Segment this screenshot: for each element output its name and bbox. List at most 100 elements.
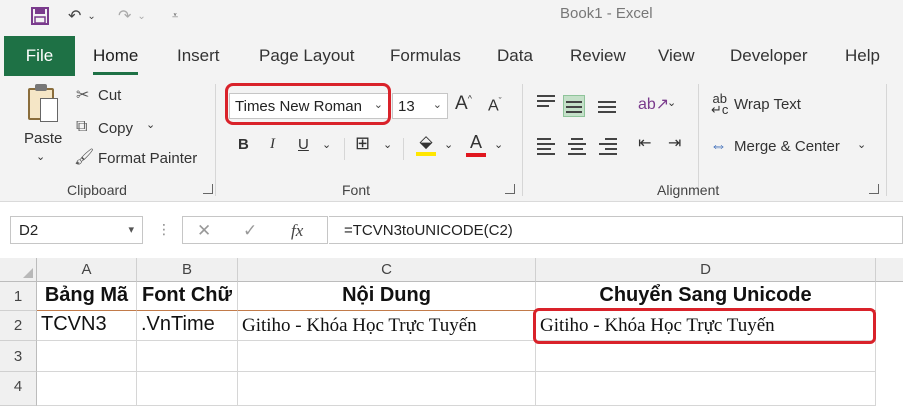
name-box[interactable]: D2 ▾ bbox=[10, 216, 143, 244]
chevron-down-icon: ⌄ bbox=[432, 99, 442, 111]
undo-icon[interactable]: ↶ ⌄ bbox=[68, 6, 96, 26]
scissors-icon[interactable]: ✂ bbox=[76, 85, 89, 105]
select-all-icon[interactable] bbox=[0, 258, 37, 282]
paste-dropdown-icon[interactable]: ⌄ bbox=[36, 150, 45, 163]
row-header-2[interactable]: 2 bbox=[0, 311, 37, 341]
decrease-indent-icon[interactable]: ⇤ bbox=[638, 133, 651, 153]
font-group-label: Font bbox=[342, 182, 371, 198]
shrink-font-button[interactable]: Aˇ bbox=[488, 96, 502, 115]
fill-color-icon[interactable]: ⬙ bbox=[416, 132, 436, 156]
group-divider bbox=[522, 84, 523, 196]
tab-developer[interactable]: Developer bbox=[730, 46, 808, 66]
align-left-icon[interactable] bbox=[535, 135, 557, 157]
merge-dropdown-icon[interactable]: ⌄ bbox=[857, 138, 866, 151]
column-header-d[interactable]: D bbox=[536, 258, 876, 282]
group-divider bbox=[215, 84, 216, 196]
cell-b3[interactable] bbox=[137, 341, 238, 372]
grow-font-button[interactable]: A^ bbox=[455, 93, 472, 115]
column-header-a[interactable]: A bbox=[37, 258, 137, 282]
tab-file[interactable]: File bbox=[4, 36, 75, 76]
alignment-group-label: Alignment bbox=[657, 182, 720, 198]
group-divider bbox=[403, 138, 404, 160]
cell-b1[interactable]: Font Chữ bbox=[137, 282, 238, 311]
column-header-e[interactable] bbox=[876, 258, 903, 282]
column-header-b[interactable]: B bbox=[137, 258, 238, 282]
font-color-dropdown-icon[interactable]: ⌄ bbox=[494, 138, 503, 151]
bold-button[interactable]: B bbox=[238, 136, 249, 153]
tab-formulas[interactable]: Formulas bbox=[390, 46, 461, 66]
cell-a4[interactable] bbox=[37, 372, 137, 406]
font-size-value: 13 bbox=[398, 97, 415, 115]
row-header-4[interactable]: 4 bbox=[0, 372, 37, 406]
font-name-highlight bbox=[225, 83, 391, 125]
cell-c2[interactable]: Gitiho - Khóa Học Trực Tuyến bbox=[238, 311, 536, 341]
borders-dropdown-icon[interactable]: ⌄ bbox=[383, 138, 392, 151]
align-top-icon[interactable] bbox=[535, 92, 557, 114]
insert-function-icon[interactable]: fx bbox=[291, 221, 303, 241]
formula-input[interactable]: =TCVN3toUNICODE(C2) bbox=[329, 216, 903, 244]
column-header-c[interactable]: C bbox=[238, 258, 536, 282]
align-right-icon[interactable] bbox=[597, 135, 619, 157]
formula-bar-grip-icon[interactable]: ⋮ bbox=[157, 221, 171, 238]
cell-a2[interactable]: TCVN3 bbox=[37, 311, 137, 341]
chevron-down-icon: ▾ bbox=[128, 224, 134, 236]
merge-center-button[interactable]: Merge & Center bbox=[734, 138, 840, 155]
paste-button[interactable]: Paste bbox=[24, 130, 62, 147]
cell-a3[interactable] bbox=[37, 341, 137, 372]
tab-data[interactable]: Data bbox=[497, 46, 533, 66]
cell-d2-highlight bbox=[533, 308, 876, 344]
cell-c3[interactable] bbox=[238, 341, 536, 372]
font-color-icon[interactable]: A bbox=[466, 132, 486, 157]
customize-qat-icon[interactable]: ⩡ bbox=[172, 6, 178, 26]
increase-indent-icon[interactable]: ⇥ bbox=[668, 133, 681, 153]
align-bottom-icon[interactable] bbox=[596, 94, 618, 116]
underline-dropdown-icon[interactable]: ⌄ bbox=[322, 138, 331, 151]
font-size-combobox[interactable]: 13 ⌄ bbox=[392, 93, 448, 119]
name-box-value: D2 bbox=[19, 222, 39, 239]
group-divider bbox=[698, 84, 699, 196]
save-icon[interactable] bbox=[30, 6, 50, 26]
cell-b4[interactable] bbox=[137, 372, 238, 406]
wrap-text-button[interactable]: Wrap Text bbox=[734, 96, 801, 113]
row-header-1[interactable]: 1 bbox=[0, 282, 37, 311]
tab-view[interactable]: View bbox=[658, 46, 695, 66]
tab-insert[interactable]: Insert bbox=[177, 46, 220, 66]
cell-d3[interactable] bbox=[536, 341, 876, 372]
copy-button[interactable]: Copy bbox=[98, 120, 133, 137]
cell-a1[interactable]: Bảng Mã bbox=[37, 282, 137, 311]
cell-d1[interactable]: Chuyển Sang Unicode bbox=[536, 282, 876, 311]
copy-dropdown-icon[interactable]: ⌄ bbox=[146, 118, 155, 131]
borders-icon[interactable]: ⊞ bbox=[355, 133, 370, 154]
row-header-3[interactable]: 3 bbox=[0, 341, 37, 372]
cell-c1[interactable]: Nội Dung bbox=[238, 282, 536, 311]
align-center-icon[interactable] bbox=[566, 135, 588, 157]
cell-d4[interactable] bbox=[536, 372, 876, 406]
formula-buttons: ✕ ✓ fx bbox=[182, 216, 328, 244]
underline-button[interactable]: U bbox=[298, 136, 309, 153]
cell-b2[interactable]: .VnTime bbox=[137, 311, 238, 341]
cut-button[interactable]: Cut bbox=[98, 87, 121, 104]
paste-icon[interactable] bbox=[28, 84, 58, 122]
tab-help[interactable]: Help bbox=[845, 46, 880, 66]
copy-icon[interactable]: ⧉ bbox=[76, 118, 87, 136]
wrap-text-icon[interactable]: ab ↵c bbox=[711, 92, 728, 116]
format-painter-button[interactable]: Format Painter bbox=[98, 150, 197, 167]
orientation-dropdown-icon[interactable]: ⌄ bbox=[667, 96, 676, 109]
group-divider bbox=[344, 138, 345, 160]
alignment-launcher-icon[interactable] bbox=[869, 184, 879, 194]
align-middle-icon[interactable] bbox=[563, 95, 585, 117]
tab-page-layout[interactable]: Page Layout bbox=[259, 46, 354, 66]
enter-icon[interactable]: ✓ bbox=[243, 221, 257, 241]
cell-c4[interactable] bbox=[238, 372, 536, 406]
merge-center-icon[interactable]: ⇔ bbox=[710, 136, 727, 156]
cancel-icon[interactable]: ✕ bbox=[197, 221, 211, 241]
tab-home[interactable]: Home bbox=[93, 46, 139, 75]
italic-button[interactable]: I bbox=[270, 136, 275, 153]
clipboard-launcher-icon[interactable] bbox=[203, 184, 213, 194]
orientation-icon[interactable]: ab↗ bbox=[638, 94, 669, 114]
redo-icon[interactable]: ↷ ⌄ bbox=[118, 6, 146, 26]
font-launcher-icon[interactable] bbox=[505, 184, 515, 194]
format-painter-icon[interactable]: 🖌 bbox=[74, 147, 94, 167]
tab-review[interactable]: Review bbox=[570, 46, 626, 66]
fill-color-dropdown-icon[interactable]: ⌄ bbox=[444, 138, 453, 151]
